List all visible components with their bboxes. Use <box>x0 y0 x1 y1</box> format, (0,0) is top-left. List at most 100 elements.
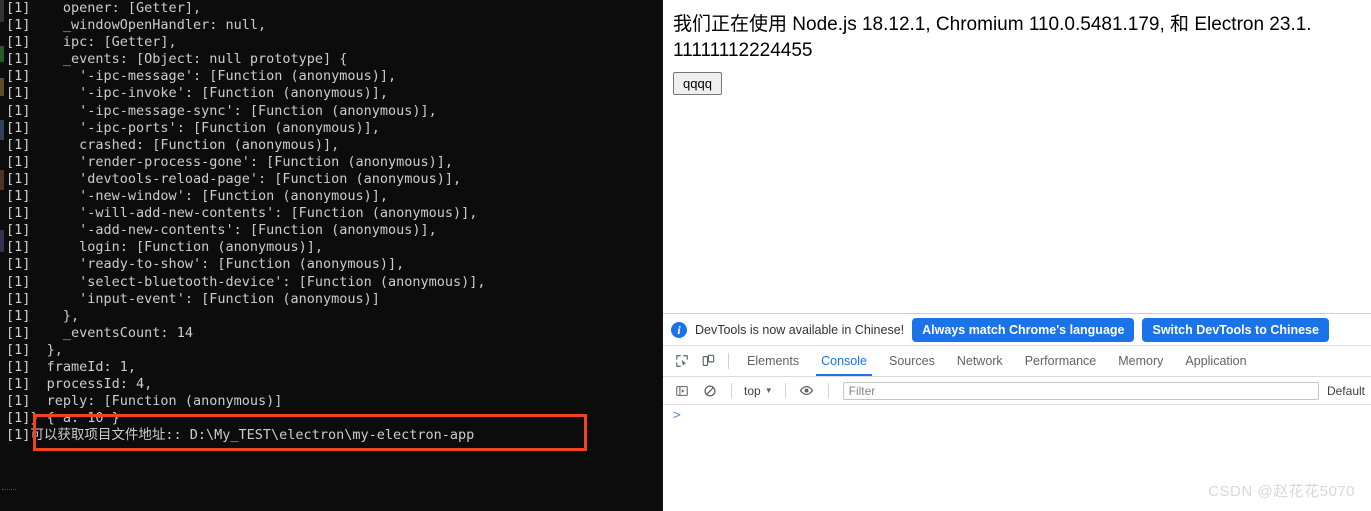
tab-network[interactable]: Network <box>946 347 1014 376</box>
terminal-line-prefix: [1] <box>6 410 31 427</box>
terminal-line-prefix: [1] <box>6 358 31 375</box>
csdn-watermark: CSDN @赵花花5070 <box>1208 483 1355 500</box>
terminal-line-prefix: [1] <box>6 222 31 239</box>
terminal-line: [1] '-ipc-message-sync': [Function (anon… <box>0 103 661 120</box>
terminal-line-text: login: [Function (anonymous)], <box>30 239 323 256</box>
terminal-line: [1] '-will-add-new-contents': [Function … <box>0 205 661 222</box>
console-context-selector[interactable]: top ▼ <box>740 384 777 398</box>
live-expression-icon[interactable] <box>794 378 820 404</box>
console-context-value: top <box>744 383 761 398</box>
terminal-line-text: '-new-window': [Function (anonymous)], <box>30 188 389 205</box>
terminal-line: [1] _eventsCount: 14 <box>0 325 661 342</box>
terminal-line: [1] crashed: [Function (anonymous)], <box>0 137 661 154</box>
terminal-line-text: }, <box>30 341 63 358</box>
console-toolbar: top ▼ Default <box>663 377 1371 405</box>
terminal-line-prefix: [1] <box>6 34 31 51</box>
infobar-message: DevTools is now available in Chinese! <box>695 322 905 337</box>
terminal-line-text: _eventsCount: 14 <box>30 324 193 341</box>
terminal-line: [1] '-add-new-contents': [Function (anon… <box>0 222 661 239</box>
clear-console-icon[interactable] <box>697 378 723 404</box>
terminal-line-prefix: [1] <box>6 290 31 307</box>
console-filter-input[interactable] <box>842 381 1319 400</box>
console-prompt-row[interactable]: > <box>663 405 1371 429</box>
version-paragraph: 我们正在使用 Node.js 18.12.1, Chromium 110.0.5… <box>673 12 1371 64</box>
terminal-line-text: crashed: [Function (anonymous)], <box>30 136 340 153</box>
version-text-line2: 11111112224455 <box>673 40 813 61</box>
terminal-line-prefix: [1] <box>6 153 31 170</box>
always-match-language-button[interactable]: Always match Chrome's language <box>912 317 1135 342</box>
devtools-tabbar: Elements Console Sources Network Performance… <box>663 346 1371 377</box>
terminal-line: [1] ipc: [Getter], <box>0 34 661 51</box>
tab-application[interactable]: Application <box>1174 347 1257 376</box>
devtools-tabs: Elements Console Sources Network Performance… <box>736 347 1258 376</box>
terminal-line: [1]} { a: 10 } <box>0 410 661 427</box>
console-toolbar-divider-1 <box>731 383 732 398</box>
version-text-line1: 我们正在使用 Node.js 18.12.1, Chromium 110.0.5… <box>673 14 1312 35</box>
qqqq-button[interactable]: qqqq <box>673 72 722 95</box>
terminal-line-text: '-ipc-ports': [Function (anonymous)], <box>30 119 380 136</box>
terminal-output: [1] opener: [Getter], [1] _windowOpenHand… <box>0 0 661 444</box>
terminal-line-prefix: [1] <box>6 0 31 16</box>
screenshot-root: [1] opener: [Getter], [1] _windowOpenHand… <box>0 0 1371 511</box>
info-icon: i <box>671 321 687 338</box>
console-toolbar-divider-3 <box>827 383 829 398</box>
terminal-line-text: opener: [Getter], <box>30 0 202 16</box>
terminal-line-text: '-ipc-message-sync': [Function (anonymou… <box>30 102 437 119</box>
console-log-levels-selector[interactable]: Default <box>1327 384 1371 398</box>
tab-console[interactable]: Console <box>810 347 878 376</box>
terminal-line-prefix: [1] <box>6 102 31 119</box>
terminal-line: [1] }, <box>0 308 661 325</box>
tab-sources[interactable]: Sources <box>878 347 946 376</box>
terminal-line-text: 'select-bluetooth-device': [Function (an… <box>30 273 486 290</box>
terminal-line-text: _windowOpenHandler: null, <box>30 17 267 34</box>
tab-performance[interactable]: Performance <box>1014 347 1108 376</box>
terminal-line-prefix: [1] <box>6 51 31 68</box>
terminal-line: [1] '-ipc-invoke': [Function (anonymous)… <box>0 85 661 102</box>
terminal-line-text: 'ready-to-show': [Function (anonymous)], <box>30 256 405 273</box>
tabbar-divider <box>728 353 729 369</box>
terminal-line-text: _events: [Object: null prototype] { <box>30 51 348 68</box>
terminal-line-text: }, <box>30 307 80 324</box>
terminal-divider <box>2 489 16 496</box>
terminal-line: [1]可以获取项目文件地址:: D:\My_TEST\electron\my-e… <box>0 427 661 444</box>
terminal-line: [1] '-ipc-message': [Function (anonymous… <box>0 68 661 85</box>
terminal-line: [1] 'input-event': [Function (anonymous)… <box>0 291 661 308</box>
terminal-line-text: } { a: 10 } <box>30 410 120 427</box>
tab-memory[interactable]: Memory <box>1107 347 1174 376</box>
terminal-line-prefix: [1] <box>6 273 31 290</box>
terminal-line-prefix: [1] <box>6 188 31 205</box>
device-toolbar-icon[interactable] <box>695 348 721 374</box>
terminal-panel[interactable]: [1] opener: [Getter], [1] _windowOpenHand… <box>0 0 661 511</box>
terminal-line-text: ipc: [Getter], <box>30 34 177 51</box>
terminal-line: [1] 'select-bluetooth-device': [Function… <box>0 274 661 291</box>
terminal-line-prefix: [1] <box>6 376 31 393</box>
console-toolbar-divider-2 <box>784 383 786 398</box>
terminal-line-prefix: [1] <box>6 68 31 85</box>
terminal-line-text: 可以获取项目文件地址:: D:\My_TEST\electron\my-elec… <box>30 427 475 444</box>
terminal-line: [1] '-ipc-ports': [Function (anonymous)]… <box>0 120 661 137</box>
terminal-line: [1] opener: [Getter], <box>0 0 661 17</box>
terminal-line: [1] 'render-process-gone': [Function (an… <box>0 154 661 171</box>
app-page-content: 我们正在使用 Node.js 18.12.1, Chromium 110.0.5… <box>663 0 1371 313</box>
terminal-line-text: processId: 4, <box>30 376 153 393</box>
terminal-line-prefix: [1] <box>6 393 31 410</box>
terminal-line: [1] 'devtools-reload-page': [Function (a… <box>0 171 661 188</box>
terminal-line-text: frameId: 1, <box>30 358 137 375</box>
terminal-line: [1] }, <box>0 342 661 359</box>
switch-devtools-to-chinese-button[interactable]: Switch DevTools to Chinese <box>1142 317 1329 342</box>
terminal-line-text: reply: [Function (anonymous)] <box>30 393 283 410</box>
terminal-line: [1] frameId: 1, <box>0 359 661 376</box>
terminal-line-prefix: [1] <box>6 205 31 222</box>
console-sidebar-icon[interactable] <box>669 378 695 404</box>
terminal-line-text: 'input-event': [Function (anonymous)] <box>30 290 380 307</box>
terminal-line-text: 'devtools-reload-page': [Function (anony… <box>30 170 462 187</box>
terminal-line-prefix: [1] <box>6 324 31 341</box>
terminal-line-prefix: [1] <box>6 427 31 444</box>
terminal-line-prefix: [1] <box>6 17 31 34</box>
terminal-line: [1] '-new-window': [Function (anonymous)… <box>0 188 661 205</box>
terminal-line-prefix: [1] <box>6 256 31 273</box>
terminal-line-prefix: [1] <box>6 170 31 187</box>
tab-elements[interactable]: Elements <box>736 347 810 376</box>
electron-app-window: 我们正在使用 Node.js 18.12.1, Chromium 110.0.5… <box>661 0 1371 511</box>
inspect-element-icon[interactable] <box>669 348 695 374</box>
